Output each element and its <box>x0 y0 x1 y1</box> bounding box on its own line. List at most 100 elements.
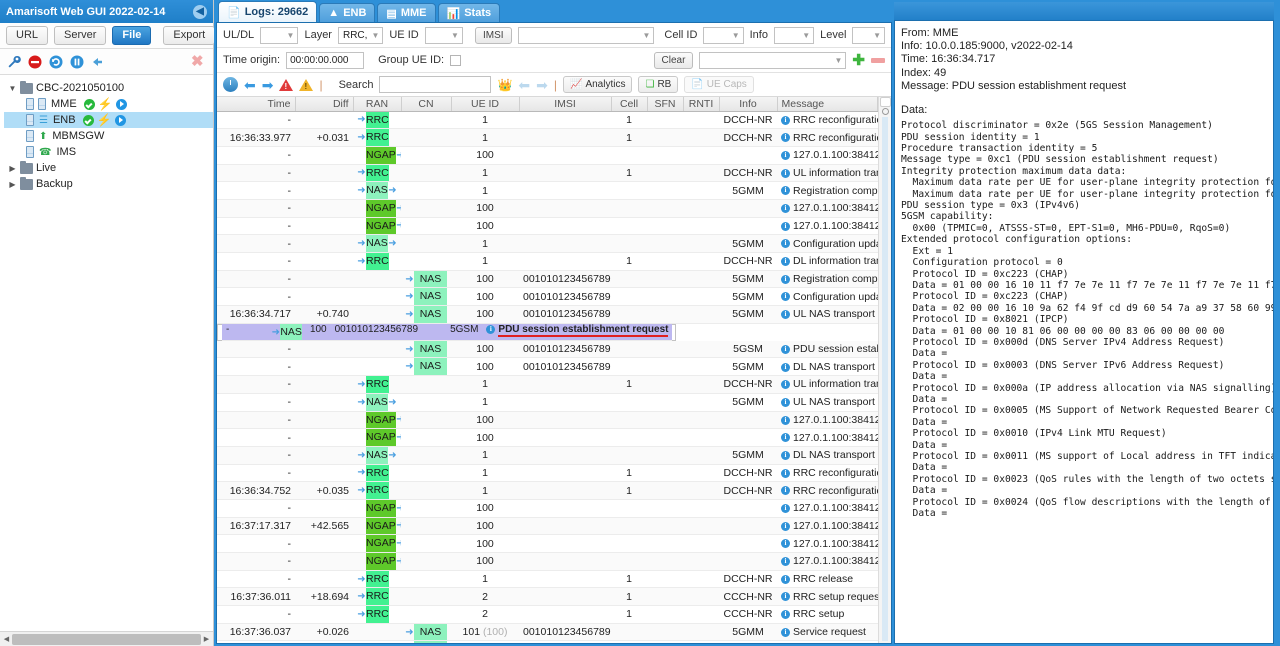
imsi-select[interactable]: ▼ <box>517 26 655 44</box>
bolt-icon[interactable]: ⚡ <box>97 114 112 126</box>
rb-button[interactable]: ❏ RB <box>638 76 679 93</box>
col-cell[interactable]: Cell <box>611 97 648 112</box>
layer-select[interactable]: RRC, ▼ <box>337 26 384 44</box>
col-rnti[interactable]: RNTI <box>683 97 720 112</box>
scroll-thumb[interactable] <box>880 97 891 107</box>
scroll-thumb[interactable] <box>12 633 201 645</box>
table-row[interactable]: 16:36:33.977 +0.031 ➜ RRC 1 1 DCCH-NR i RRC reco… <box>217 128 878 147</box>
scroll-track[interactable] <box>882 117 888 641</box>
table-row[interactable]: -➜RRC11DCCH-NRiRRC reconfiguration <box>217 111 878 130</box>
minus-icon[interactable] <box>871 57 885 63</box>
table-row[interactable]: - NGAP➜ 100 i127.0.1.100:38412 Downlink NAS… <box>217 217 878 236</box>
analytics-button[interactable]: 📈 Analytics <box>563 76 633 93</box>
imsi-button[interactable]: IMSI <box>474 26 512 44</box>
plus-icon[interactable]: ✚ <box>852 53 865 68</box>
binoculars-icon[interactable]: 👑 <box>497 78 512 92</box>
table-row[interactable]: -➜RRC11DCCH-NRiRRC reconfiguration <box>217 464 878 483</box>
table-row[interactable]: -➜NAS➜15GMMiRegistration complete <box>217 181 878 200</box>
refresh-icon[interactable] <box>48 54 64 70</box>
table-row[interactable]: - NGAP➜ 100 i127.0.1.100:38412 Initial cont… <box>217 146 878 165</box>
search-next-icon[interactable]: ➡ <box>536 78 548 92</box>
table-row[interactable]: -➜NAS➜15GMMiConfiguration update command <box>217 234 878 253</box>
arrow-left-icon[interactable]: ⬅ <box>244 78 256 92</box>
col-info[interactable]: Info <box>719 97 778 112</box>
play-icon[interactable] <box>115 98 127 110</box>
file-button[interactable]: File <box>112 26 152 45</box>
col-cn[interactable]: CN <box>401 97 452 112</box>
clock-icon[interactable] <box>223 77 238 92</box>
group-ueid-checkbox[interactable] <box>450 54 462 66</box>
tree-node-cbc[interactable]: ▼ CBC-2021050100 <box>4 80 213 96</box>
table-row[interactable]: - NGAP➜ 100 i127.0.1.100:38412 PDU session … <box>217 428 878 447</box>
wrench-icon[interactable] <box>6 54 22 70</box>
cellid-select[interactable]: ▼ <box>703 26 744 44</box>
table-row[interactable]: - ➜ RRC 2 1 CCCH-NR i RRC setup <box>217 605 878 624</box>
pause-icon[interactable] <box>69 54 85 70</box>
table-vertical-scrollbar[interactable] <box>878 97 891 643</box>
table-row[interactable]: - ➜ RRC 1 1 DCCH-NR i RRC release <box>217 570 878 589</box>
tab-enb[interactable]: ▲ ENB <box>319 3 376 22</box>
tree-node-mbmsgw[interactable]: ⬆ MBMSGW <box>4 128 213 144</box>
level-select[interactable]: ▼ <box>852 26 885 44</box>
table-row[interactable]: -➜RRC11DCCH-NRiUL information transfer <box>217 164 878 183</box>
arrow-right-icon[interactable]: ➡ <box>262 78 274 92</box>
col-sfn[interactable]: SFN <box>647 97 684 112</box>
table-row[interactable]: - NGAP➜ 100 i127.0.1.100:38412 UE context r… <box>217 552 878 571</box>
table-row[interactable]: - ➜ NAS ➜ 1 5GMM i DL NAS transport <box>217 446 878 465</box>
warning-triangle-icon[interactable] <box>299 78 314 91</box>
scroll-left-arrow-icon[interactable]: ◀ <box>1 635 12 643</box>
bolt-icon[interactable]: ⚡ <box>98 98 113 110</box>
table-row[interactable]: - NGAP➜ 100 i127.0.1.100:38412 Uplink NAS t… <box>217 411 878 430</box>
table-row[interactable]: - ➜ NAS 100 001010123456789 5GSM i PDU session … <box>217 323 677 341</box>
tab-logs[interactable]: 📄 Logs: 29662 <box>218 1 318 22</box>
tree-node-mme[interactable]: MME ⚡ <box>4 96 213 112</box>
plug-icon[interactable] <box>90 54 106 70</box>
table-row[interactable]: - ➜ NAS 100 001010123456789 5GMM i Registration… <box>217 270 878 289</box>
col-ueid[interactable]: UE ID <box>451 97 520 112</box>
tab-stats[interactable]: 📊 Stats <box>437 3 501 22</box>
table-row[interactable]: - NGAP➜ 100 i127.0.1.100:38412 UE context r… <box>217 534 878 553</box>
table-row[interactable]: 16:36:34.752 +0.035 ➜ RRC 1 1 DCCH-NR i RRC reco… <box>217 481 878 500</box>
table-row[interactable]: -➜RRC11DCCH-NRiDL information transfer <box>217 252 878 271</box>
scroll-handle[interactable] <box>882 108 889 115</box>
table-row[interactable]: - ➜NAS101 (100)001010123456789 5GMMiServic… <box>217 640 878 643</box>
table-row[interactable]: - NGAP➜ 100 i127.0.1.100:38412 PDU session … <box>217 499 878 518</box>
chevron-right-icon[interactable]: ▶ <box>8 164 17 173</box>
play-icon[interactable] <box>114 114 126 126</box>
table-row[interactable]: -➜RRC11DCCH-NRiUL information transfer <box>217 375 878 394</box>
chevron-right-icon[interactable]: ▶ <box>8 180 17 189</box>
sidebar-horizontal-scrollbar[interactable]: ◀ ▶ <box>0 631 213 646</box>
col-diff[interactable]: Diff <box>295 97 354 112</box>
ue-caps-button[interactable]: 📄 UE Caps <box>684 76 754 93</box>
ueid-select[interactable]: ▼ <box>424 26 463 44</box>
table-row[interactable]: - ➜ NAS 100 001010123456789 5GSM i PDU session … <box>217 340 878 359</box>
scroll-right-arrow-icon[interactable]: ▶ <box>201 635 212 643</box>
table-row[interactable]: 16:37:17.317+42.565NGAP➜100i127.0.1.100:… <box>217 517 878 536</box>
table-row[interactable]: - NGAP➜ 100 i127.0.1.100:38412 Uplink NAS t… <box>217 199 878 218</box>
table-row[interactable]: - ➜ NAS 100 001010123456789 5GMM i Configuratio… <box>217 287 878 307</box>
error-triangle-icon[interactable] <box>279 78 294 91</box>
server-button[interactable]: Server <box>54 26 107 45</box>
search-input[interactable] <box>379 76 492 93</box>
col-ran[interactable]: RAN <box>353 97 402 112</box>
close-icon[interactable]: ✖ <box>191 54 207 70</box>
search-prev-icon[interactable]: ⬅ <box>518 78 530 92</box>
info-select[interactable]: ▼ <box>773 26 815 44</box>
tree-node-backup[interactable]: ▶ Backup <box>4 176 213 192</box>
tree-node-live[interactable]: ▶ Live <box>4 160 213 176</box>
table-row[interactable]: 16:36:34.717 +0.740 ➜ NAS 100 001010123456789… <box>217 305 878 324</box>
table-row[interactable]: 16:37:36.011 +18.694 ➜ RRC 2 1 CCCH-NR i RRC set… <box>217 587 878 607</box>
col-message[interactable]: Message <box>777 97 878 112</box>
uldl-select[interactable]: ▼ <box>260 26 299 44</box>
stop-icon[interactable] <box>27 54 43 70</box>
tab-mme[interactable]: ▤ MME <box>377 3 436 22</box>
table-row[interactable]: 16:37:36.037 +0.026 ➜ NAS 101 (100) 001010123… <box>217 623 878 642</box>
preset-select[interactable]: ▼ <box>699 51 847 69</box>
time-origin-input[interactable] <box>286 51 365 69</box>
col-imsi[interactable]: IMSI <box>519 97 612 112</box>
export-button[interactable]: Export <box>163 26 216 45</box>
col-time[interactable]: Time <box>217 97 296 112</box>
table-row[interactable]: - ➜ NAS ➜ 1 5GMM i UL NAS transport <box>217 393 878 412</box>
chevron-down-icon[interactable]: ▼ <box>8 84 17 93</box>
tree-node-enb[interactable]: ☰ ENB ⚡ <box>4 112 213 128</box>
